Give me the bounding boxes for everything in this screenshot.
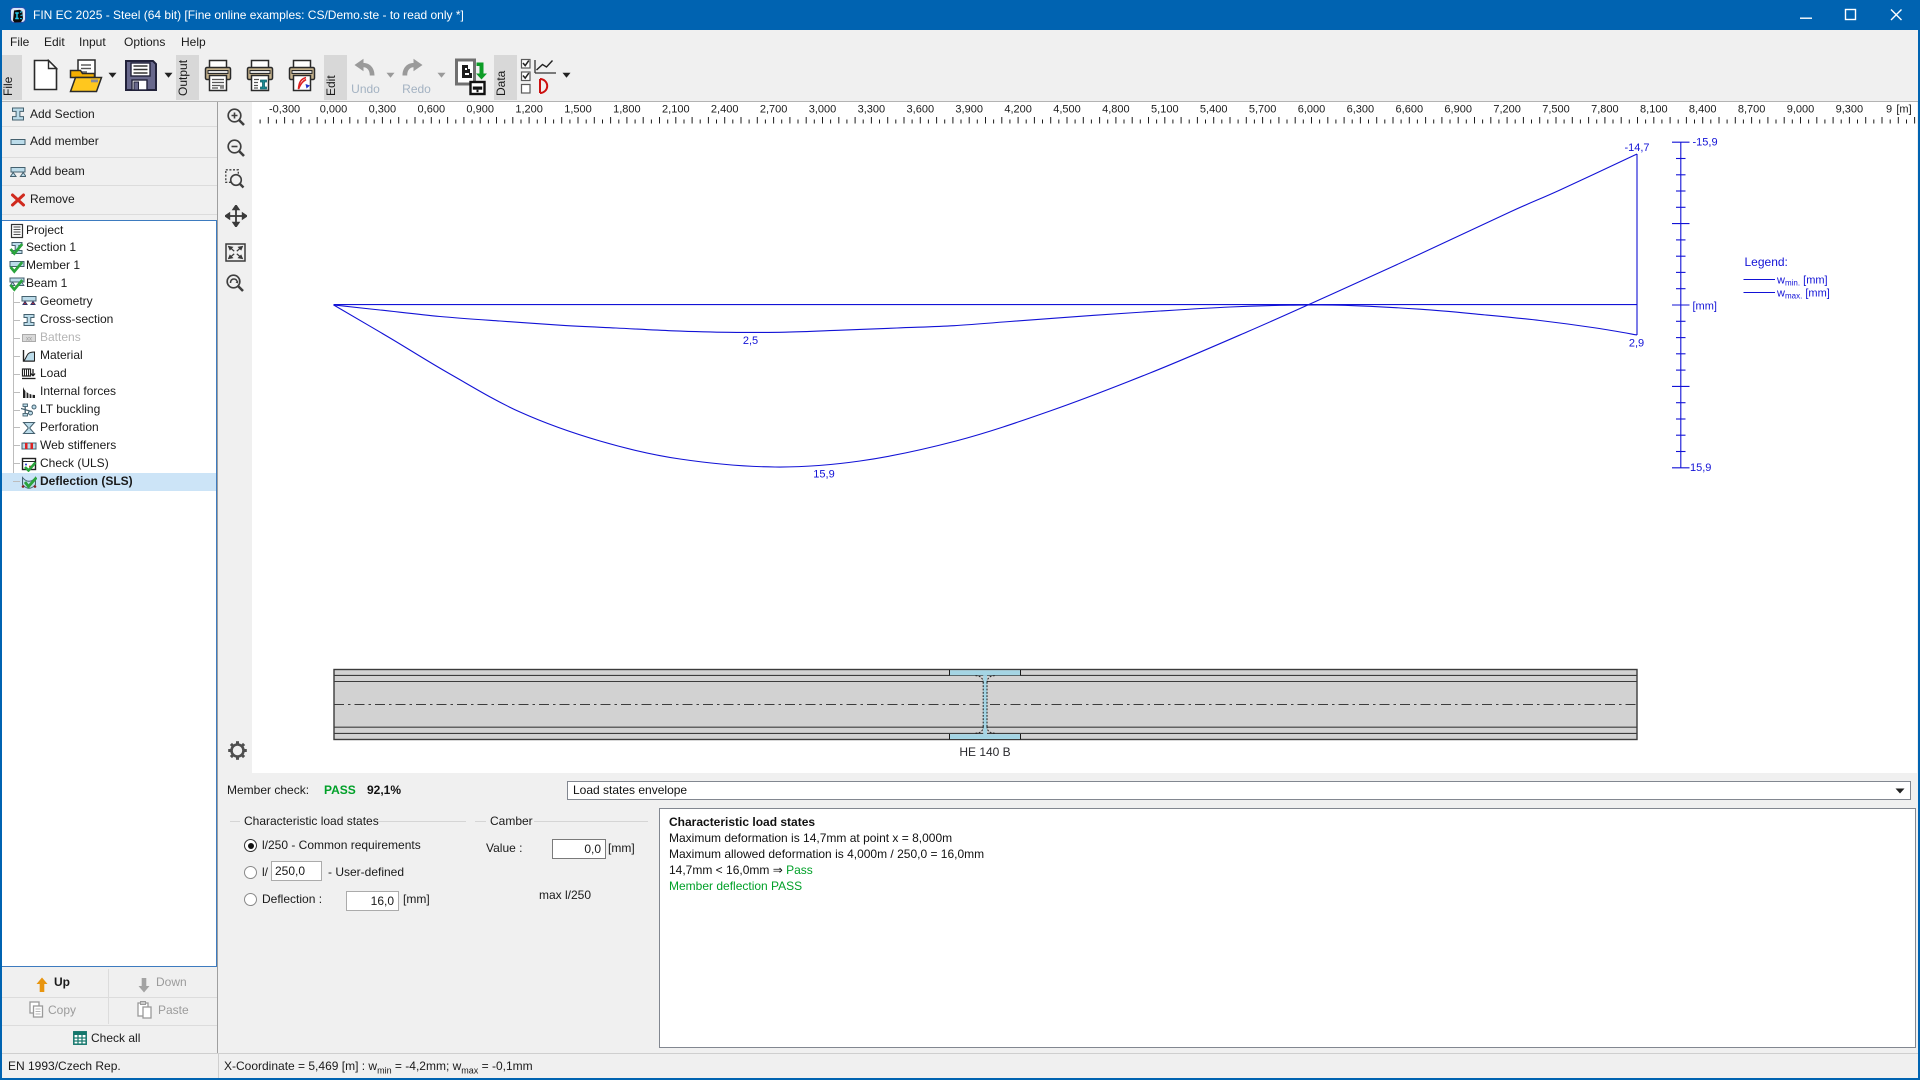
svg-text:0,300: 0,300 <box>369 104 397 116</box>
svg-text:5,400: 5,400 <box>1200 104 1228 116</box>
svg-text:1,500: 1,500 <box>564 104 592 116</box>
svg-text:2,9: 2,9 <box>1629 338 1644 350</box>
svg-text:0,900: 0,900 <box>466 104 494 116</box>
svg-text:[m]: [m] <box>1896 104 1911 116</box>
svg-text:3,900: 3,900 <box>955 104 983 116</box>
svg-text:4,800: 4,800 <box>1102 104 1130 116</box>
svg-text:4,500: 4,500 <box>1053 104 1081 116</box>
svg-text:5,700: 5,700 <box>1249 104 1277 116</box>
svg-text:2,100: 2,100 <box>662 104 690 116</box>
svg-text:15,9: 15,9 <box>1690 462 1711 474</box>
svg-text:0,000: 0,000 <box>320 104 348 116</box>
svg-text:9,300: 9,300 <box>1836 104 1864 116</box>
svg-text:-0,300: -0,300 <box>269 104 300 116</box>
svg-text:Legend:: Legend: <box>1745 255 1788 269</box>
svg-text:1,200: 1,200 <box>515 104 543 116</box>
svg-text:8,100: 8,100 <box>1640 104 1668 116</box>
svg-text:3,000: 3,000 <box>809 104 837 116</box>
svg-text:HE 140 B: HE 140 B <box>959 745 1010 759</box>
svg-text:9: 9 <box>1886 104 1892 116</box>
svg-text:2,5: 2,5 <box>743 335 758 347</box>
svg-text:4,200: 4,200 <box>1004 104 1032 116</box>
svg-text:-15,9: -15,9 <box>1693 137 1718 149</box>
svg-text:7,500: 7,500 <box>1542 104 1570 116</box>
svg-text:2,400: 2,400 <box>711 104 739 116</box>
svg-text:wmax. [mm]: wmax. [mm] <box>1776 288 1830 301</box>
svg-text:wmin. [mm]: wmin. [mm] <box>1776 275 1828 288</box>
svg-text:7,800: 7,800 <box>1591 104 1619 116</box>
svg-text:6,900: 6,900 <box>1444 104 1472 116</box>
svg-text:1,800: 1,800 <box>613 104 641 116</box>
svg-text:6,000: 6,000 <box>1298 104 1326 116</box>
svg-text:[mm]: [mm] <box>1693 301 1717 313</box>
svg-text:15,9: 15,9 <box>813 469 834 481</box>
svg-text:6,600: 6,600 <box>1396 104 1424 116</box>
svg-text:7,200: 7,200 <box>1493 104 1521 116</box>
svg-text:8,700: 8,700 <box>1738 104 1766 116</box>
svg-text:5,100: 5,100 <box>1151 104 1179 116</box>
svg-text:xx: xx <box>26 337 32 343</box>
svg-text:6,300: 6,300 <box>1347 104 1375 116</box>
svg-text:2,700: 2,700 <box>760 104 788 116</box>
svg-text:0,600: 0,600 <box>418 104 446 116</box>
svg-text:9,000: 9,000 <box>1787 104 1815 116</box>
svg-text:3,600: 3,600 <box>907 104 935 116</box>
svg-text:-14,7: -14,7 <box>1624 142 1649 154</box>
svg-text:8,400: 8,400 <box>1689 104 1717 116</box>
svg-text:3,300: 3,300 <box>858 104 886 116</box>
